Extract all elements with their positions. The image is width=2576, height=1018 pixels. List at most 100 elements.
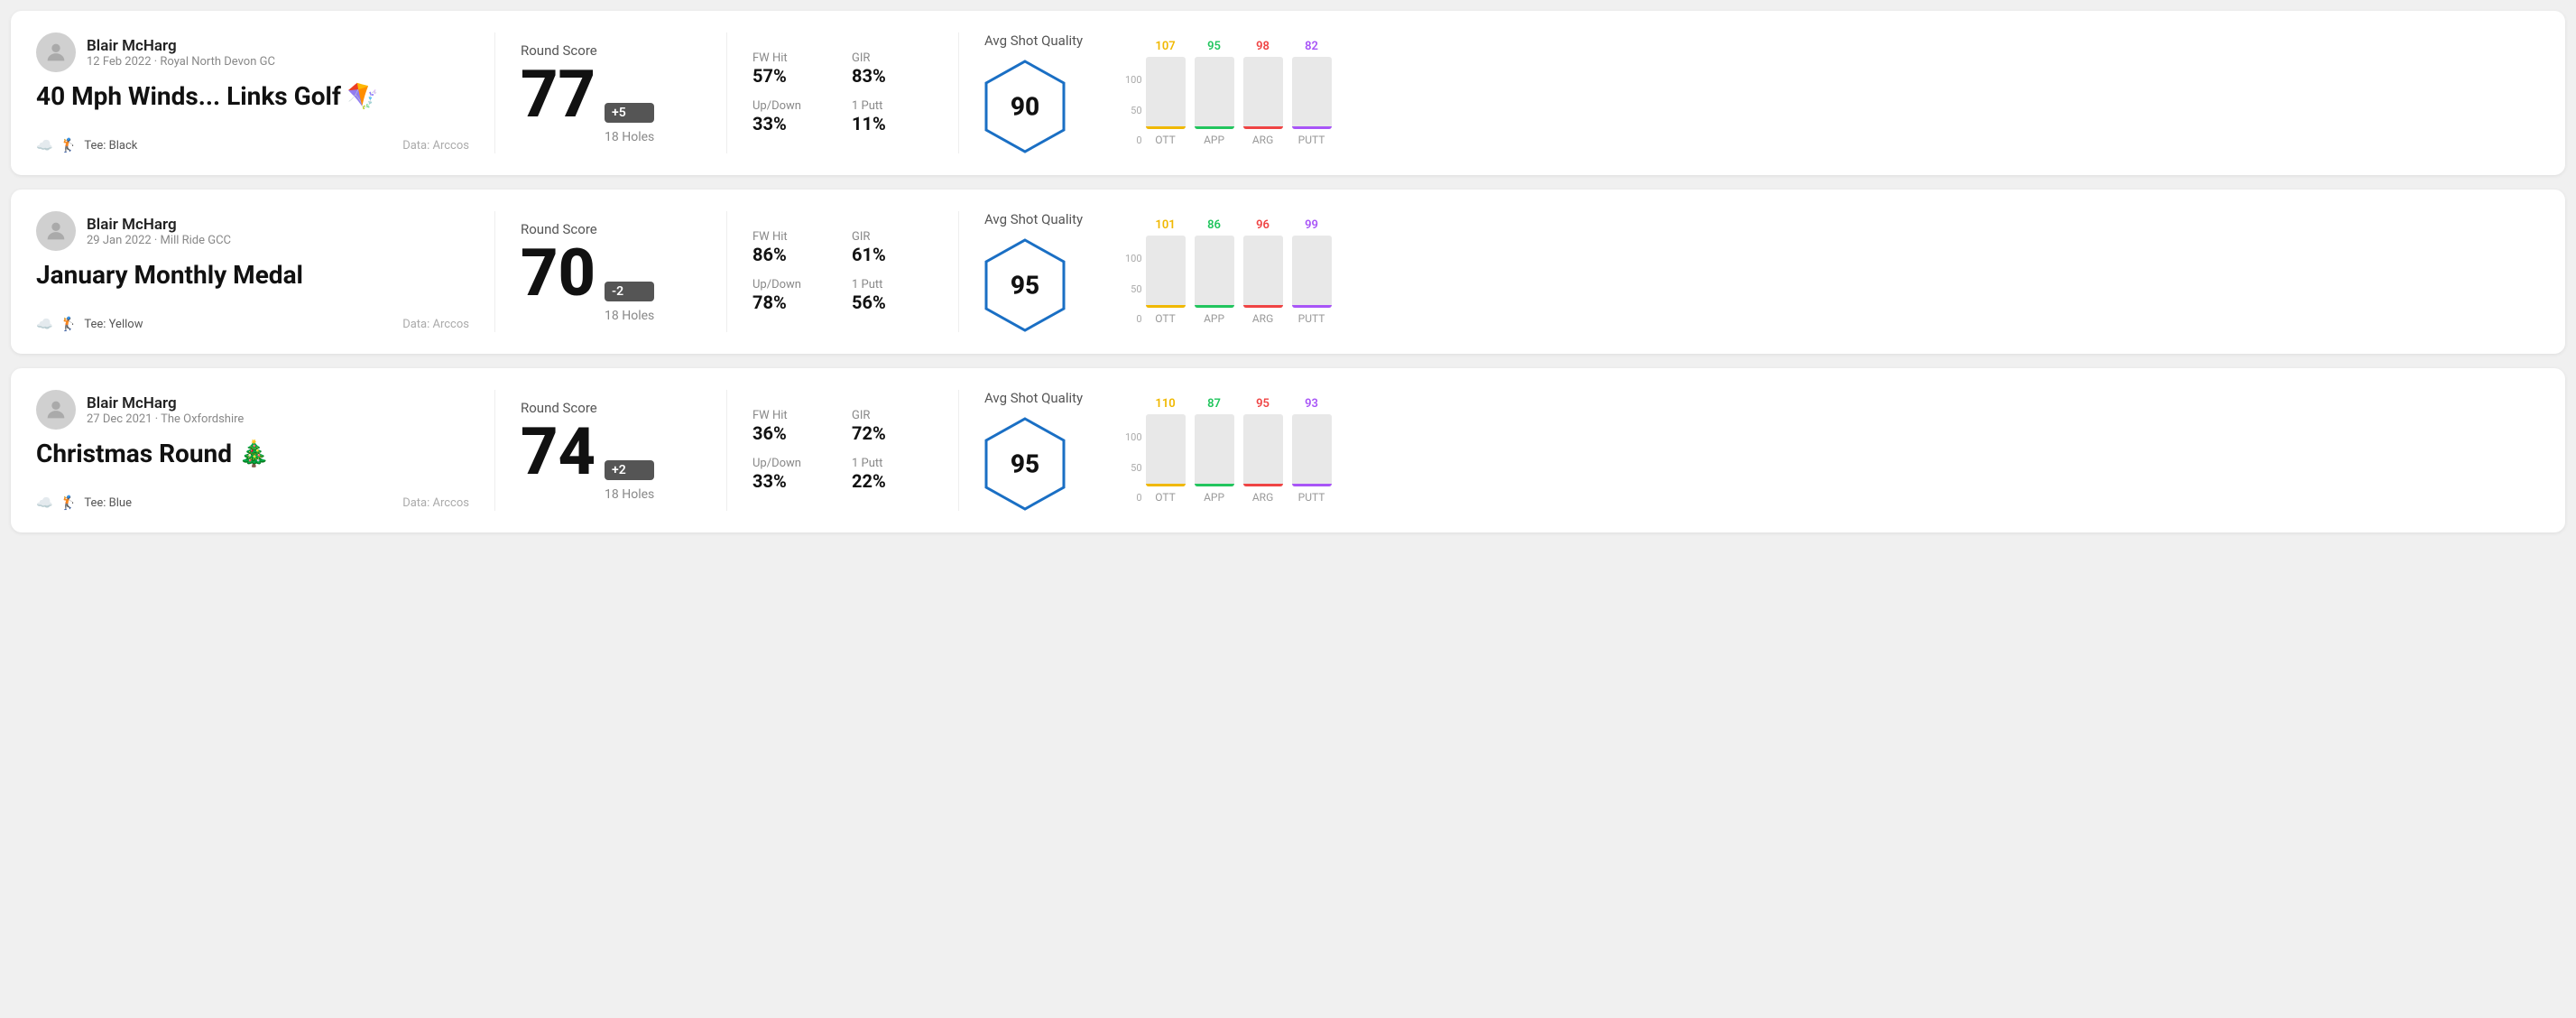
card-score: Round Score 77 +5 18 Holes [521, 32, 701, 153]
hex-number: 90 [1011, 92, 1039, 122]
round-title: 40 Mph Winds... Links Golf 🪁 [36, 81, 469, 111]
avatar [36, 32, 76, 72]
updown-label: Up/Down [752, 99, 834, 113]
person-icon [43, 397, 69, 422]
divider-1 [494, 390, 495, 511]
gir-label: GIR [852, 409, 933, 422]
chart-group-putt: 99 PUTT [1292, 218, 1332, 325]
bar-value-arg: 98 [1256, 40, 1270, 53]
bar-label-arg: ARG [1252, 312, 1273, 325]
card-left: Blair McHarg 27 Dec 2021 · The Oxfordshi… [36, 390, 469, 511]
y-label-100: 100 [1125, 253, 1142, 264]
one-putt-label: 1 Putt [852, 278, 933, 292]
bar-container [1292, 236, 1332, 308]
tee-info: ☁️ 🏌 Tee: Yellow [36, 316, 143, 332]
person-icon [43, 40, 69, 65]
bar-value-app: 87 [1207, 397, 1221, 411]
bar-label-putt: PUTT [1298, 312, 1325, 325]
fw-hit-stat: FW Hit 57% [752, 51, 834, 87]
player-info: Blair McHarg 27 Dec 2021 · The Oxfordshi… [87, 394, 244, 426]
player-header: Blair McHarg 12 Feb 2022 · Royal North D… [36, 32, 469, 72]
bar-label-app: APP [1204, 134, 1224, 146]
fw-hit-label: FW Hit [752, 230, 834, 244]
updown-value: 33% [752, 113, 834, 134]
bar-value-putt: 82 [1305, 40, 1318, 53]
golf-bag-icon: 🏌 [60, 137, 78, 153]
bar-container [1243, 57, 1283, 129]
chart-group-arg: 95 ARG [1243, 397, 1283, 504]
data-source: Data: Arccos [402, 318, 469, 331]
fw-hit-stat: FW Hit 86% [752, 230, 834, 265]
card-footer: ☁️ 🏌 Tee: Yellow Data: Arccos [36, 316, 469, 332]
card-footer: ☁️ 🏌 Tee: Blue Data: Arccos [36, 495, 469, 511]
chart-group-putt: 82 PUTT [1292, 40, 1332, 146]
card-chart: 100 50 0 101 OTT 86 APP [1111, 211, 2540, 332]
weather-icon: ☁️ [36, 316, 53, 332]
holes-label: 18 Holes [605, 309, 654, 323]
bar-label-app: APP [1204, 312, 1224, 325]
bar-label-ott: OTT [1155, 134, 1176, 146]
score-number: 74 [521, 420, 596, 485]
avg-shot-quality-label: Avg Shot Quality [984, 32, 1083, 49]
stats-grid: FW Hit 86% GIR 61% Up/Down 78% 1 Putt 56… [752, 230, 933, 313]
updown-stat: Up/Down 78% [752, 278, 834, 313]
score-badge: +5 [605, 103, 654, 123]
score-number: 70 [521, 241, 596, 306]
bar-container [1243, 414, 1283, 486]
chart-group-app: 86 APP [1195, 218, 1234, 325]
avg-shot-quality-label: Avg Shot Quality [984, 211, 1083, 227]
bar-container [1195, 57, 1234, 129]
one-putt-value: 11% [852, 113, 933, 134]
bar-container [1146, 236, 1186, 308]
bar-label-putt: PUTT [1298, 134, 1325, 146]
chart-group-ott: 101 OTT [1146, 218, 1186, 325]
avatar [36, 390, 76, 430]
bar-value-app: 86 [1207, 218, 1221, 232]
round-card: Blair McHarg 29 Jan 2022 · Mill Ride GCC… [11, 190, 2565, 354]
tee-info: ☁️ 🏌 Tee: Black [36, 137, 137, 153]
card-stats: FW Hit 57% GIR 83% Up/Down 33% 1 Putt 11… [752, 32, 933, 153]
person-icon [43, 218, 69, 244]
updown-stat: Up/Down 33% [752, 99, 834, 134]
bar-container [1292, 414, 1332, 486]
golf-bag-icon: 🏌 [60, 495, 78, 511]
card-left: Blair McHarg 29 Jan 2022 · Mill Ride GCC… [36, 211, 469, 332]
updown-value: 78% [752, 292, 834, 313]
fw-hit-stat: FW Hit 36% [752, 409, 834, 444]
bar-label-arg: ARG [1252, 491, 1273, 504]
player-header: Blair McHarg 29 Jan 2022 · Mill Ride GCC [36, 211, 469, 251]
hexagon: 90 [984, 60, 1066, 153]
divider-1 [494, 32, 495, 153]
gir-value: 72% [852, 422, 933, 444]
one-putt-label: 1 Putt [852, 99, 933, 113]
fw-hit-label: FW Hit [752, 409, 834, 422]
bar-value-app: 95 [1207, 40, 1221, 53]
y-label-50: 50 [1131, 462, 1141, 474]
gir-stat: GIR 83% [852, 51, 933, 87]
stats-grid: FW Hit 57% GIR 83% Up/Down 33% 1 Putt 11… [752, 51, 933, 134]
tee-label: Tee: Yellow [84, 318, 143, 331]
bar-container [1146, 414, 1186, 486]
one-putt-stat: 1 Putt 22% [852, 457, 933, 492]
player-name: Blair McHarg [87, 37, 275, 55]
updown-value: 33% [752, 470, 834, 492]
golf-bag-icon: 🏌 [60, 316, 78, 332]
y-label-50: 50 [1131, 283, 1141, 295]
y-label-100: 100 [1125, 74, 1142, 86]
round-card: Blair McHarg 27 Dec 2021 · The Oxfordshi… [11, 368, 2565, 532]
y-label-50: 50 [1131, 105, 1141, 116]
divider-2 [726, 211, 727, 332]
divider-2 [726, 390, 727, 511]
updown-label: Up/Down [752, 278, 834, 292]
stats-grid: FW Hit 36% GIR 72% Up/Down 33% 1 Putt 22… [752, 409, 933, 492]
data-source: Data: Arccos [402, 496, 469, 510]
chart-group-app: 87 APP [1195, 397, 1234, 504]
bar-value-arg: 96 [1256, 218, 1270, 232]
bar-label-arg: ARG [1252, 134, 1273, 146]
bar-value-ott: 110 [1155, 397, 1175, 411]
bar-container [1243, 236, 1283, 308]
player-meta: 29 Jan 2022 · Mill Ride GCC [87, 234, 231, 247]
bar-container [1195, 236, 1234, 308]
tee-label: Tee: Black [84, 139, 137, 153]
bar-value-putt: 93 [1305, 397, 1318, 411]
